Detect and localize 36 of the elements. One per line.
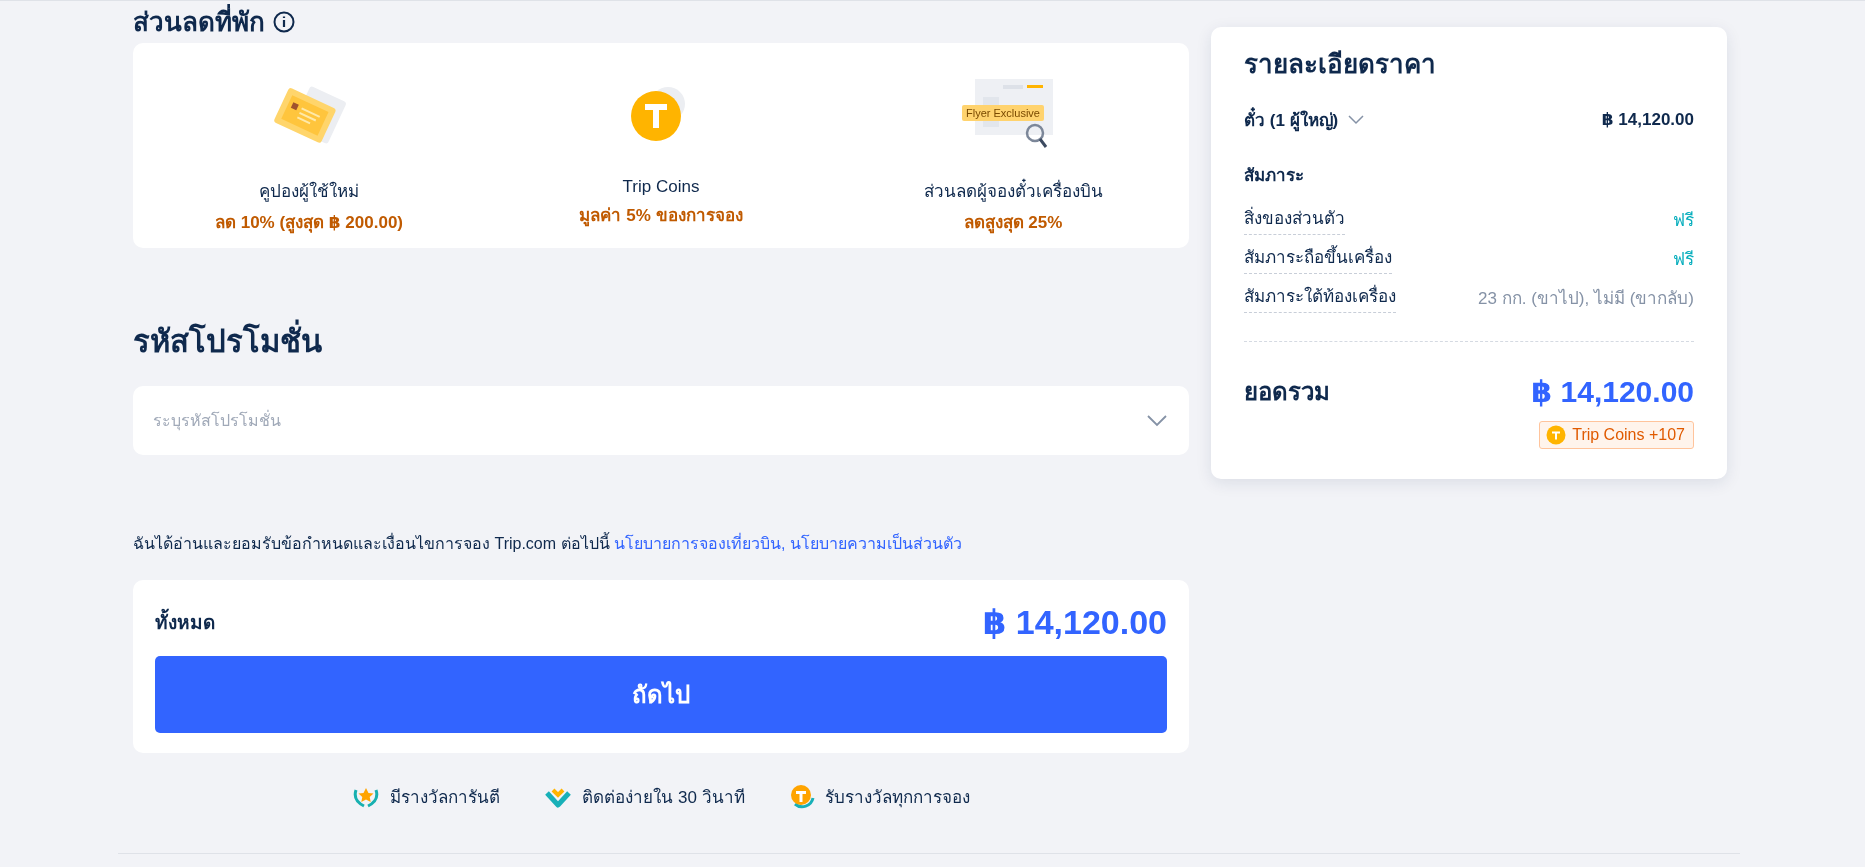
coin-icon: [788, 783, 815, 810]
feature-text: รับรางวัลทุกการจอง: [824, 787, 970, 810]
benefit-title: ส่วนลดผู้จองตั๋วเครื่องบิน: [923, 177, 1103, 204]
flyer-exclusive-badge: Flyer Exclusive: [962, 105, 1044, 121]
chevron-down-icon[interactable]: [1348, 114, 1365, 125]
benefit-value: มูลค่า 5% ของการจอง: [579, 205, 743, 228]
baggage-label: สิ่งของส่วนตัว: [1244, 204, 1345, 235]
benefit-title: คูปองผู้ใช้ใหม่: [259, 180, 359, 204]
chevron-down-icon: [1147, 415, 1167, 427]
total-amount: ฿ 14,120.00: [982, 602, 1167, 642]
baggage-heading: สัมภาระ: [1244, 165, 1305, 187]
total-label: ทั้งหมด: [155, 607, 215, 637]
ticket-label[interactable]: ตั๋ว (1 ผู้ใหญ่): [1244, 106, 1339, 133]
policy-link[interactable]: นโยบายความเป็นส่วนตัว: [789, 535, 962, 552]
benefit-value: ลดสูงสุด 25%: [963, 212, 1063, 235]
baggage-value: ฟรี: [1673, 249, 1694, 271]
benefit-value: ลด 10% (สูงสุด ฿ 200.00): [214, 212, 404, 235]
benefit-title: Trip Coins: [622, 177, 700, 197]
baggage-value: ฟรี: [1673, 210, 1694, 232]
next-button[interactable]: ถัดไป: [155, 656, 1167, 733]
feature-text: มีรางวัลการันตี: [390, 787, 501, 809]
promo-code-field[interactable]: ระบุรหัสโปรโมชั่น: [133, 386, 1189, 455]
terms-text: ฉันได้อ่านและยอมรับข้อกำหนดและเงื่อนไขการจอง Trip.com ต่อไปนี้ นโยบายการจองเที่ยวบิน, นโยบายความเป็นส่วนตัว: [133, 531, 1189, 556]
coin-icon: [1546, 425, 1567, 445]
baggage-value: 23 กก. (ขาไป), ไม่มี (ขากลับ): [1478, 287, 1694, 310]
baggage-label: สัมภาระถือขึ้นเครื่อง: [1244, 243, 1392, 274]
grand-total-label: ยอดรวม: [1244, 377, 1330, 407]
baggage-label: สัมภาระใต้ท้องเครื่อง: [1244, 282, 1396, 313]
feature-text: ติดต่อง่ายใน 30 วินาที: [582, 786, 745, 809]
price-details-title: รายละเอียดราคา: [1244, 48, 1437, 81]
promo-heading: รหัสโปรโมชั่น: [133, 316, 1189, 366]
info-icon[interactable]: [273, 11, 295, 33]
grand-total-amount: ฿ 14,120.00: [1531, 374, 1694, 409]
trip-coins-badge: Trip Coins +107: [1539, 421, 1694, 449]
policy-link[interactable]: นโยบายการจองเที่ยวบิน,: [614, 535, 786, 552]
ticket-amount: ฿ 14,120.00: [1601, 109, 1694, 130]
